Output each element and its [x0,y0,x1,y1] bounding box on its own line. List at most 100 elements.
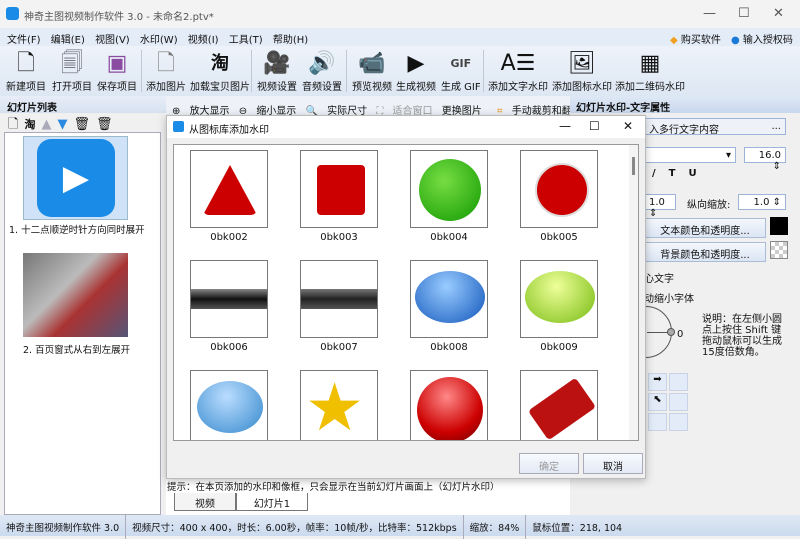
scrollbar[interactable] [629,145,638,440]
icon-library-dialog: 从图标库添加水印 — ☐ ✕ 0bk002 0bk003 0bk004 0bk0… [166,115,646,479]
gif-icon: GIF [450,57,472,70]
dialog-minimize-button[interactable]: — [559,119,571,133]
trash-icon[interactable]: 🗑 [96,117,119,132]
icon-item[interactable] [190,370,268,440]
add-text-watermark-button[interactable]: A☰ 添加文字水印 [488,50,548,93]
value: 1.0 [649,197,665,208]
menu-bar: 文件(F) 编辑(E) 视图(V) 水印(W) 视频(I) 工具(T) 帮助(H… [0,28,800,46]
preview-icon: 📹 [358,51,386,76]
status-video-info: 视频尺寸：400 x 400，时长：6.00秒，帧率：10帧/秒，比特率：512… [126,515,464,539]
move-down-icon[interactable]: ▼ [57,117,73,132]
add-slide-icon[interactable]: 🗋 [8,117,24,132]
app-icon [6,7,19,20]
text-color-swatch[interactable] [770,217,788,235]
icon-item[interactable]: 0bk003 [300,150,378,243]
add-image-button[interactable]: 🗋 添加图片 [146,50,186,93]
new-file-icon: 🗋 [17,51,35,76]
open-project-button[interactable]: 🗐 打开项目 [52,50,92,93]
generate-gif-button[interactable]: GIF 生成 GIF [441,50,481,93]
strikethrough-icon[interactable]: T [669,168,689,179]
icon-item[interactable]: 0bk004 [410,150,488,243]
value: 1.0 [753,197,770,208]
value: 入多行文字内容 [649,125,719,136]
save-icon: ▣ [106,51,128,76]
font-select[interactable]: ▾ [644,147,736,163]
slide-caption: 2. 百页窗式从右到左展开 [23,345,131,356]
arrow-right-icon[interactable]: ➡ [648,373,667,391]
dialog-title: 从图标库添加水印 [189,125,269,136]
preview-video-button[interactable]: 📹 预览视频 [352,50,392,93]
icon-name: 0bk009 [540,342,578,353]
v-scale-label: 纵向缩放: [687,200,731,211]
text-content-input[interactable]: 入多行文字内容... [644,118,786,136]
icon-item[interactable] [410,370,488,440]
status-mouse: 鼠标位置：218, 104 [532,523,623,534]
v-scale-input[interactable]: 1.0 ⇕ [738,194,786,210]
font-size-input[interactable]: 16.0 ⇕ [744,147,786,172]
position-cell[interactable] [669,413,688,431]
slide-thumbnail-1[interactable]: ▶ [23,136,128,220]
icon-item[interactable]: 0bk007 [300,260,378,353]
add-qrcode-watermark-button[interactable]: ▦ 添加二维码水印 [615,50,685,93]
angle-handle[interactable] [667,328,675,336]
dialog-maximize-button[interactable]: ☐ [589,119,600,133]
icon-item[interactable]: 0bk005 [520,150,598,243]
generate-video-button[interactable]: ▶ 生成视频 [396,50,436,93]
maximize-button[interactable]: ☐ [738,6,750,21]
underline-icon[interactable]: U [688,168,709,179]
dialog-title-bar: 从图标库添加水印 — ☐ ✕ [167,116,645,138]
icon-item[interactable]: 0bk008 [410,260,488,353]
arrow-upleft-icon[interactable]: ⬉ [648,393,667,411]
icon-item[interactable]: 0bk009 [520,260,598,353]
icon-item[interactable]: 0bk002 [190,150,268,243]
add-image-watermark-button[interactable]: 🖼 添加图标水印 [552,50,612,93]
menu-view[interactable]: 视图(V) [95,31,130,46]
style-buttons[interactable]: /TU [652,168,710,179]
bg-color-swatch[interactable] [770,241,788,259]
menu-help[interactable]: 帮助(H) [273,31,308,46]
icon-name: 0bk005 [540,232,578,243]
divider [141,50,142,92]
menu-edit[interactable]: 编辑(E) [51,31,85,46]
save-project-button[interactable]: ▣ 保存项目 [97,50,137,93]
divider [251,50,252,92]
bg-color-button[interactable]: 背景颜色和透明度... [644,242,766,262]
scrollbar-thumb[interactable] [632,157,635,175]
video-camera-icon: 🎥 [263,51,291,76]
video-settings-button[interactable]: 🎥 视频设置 [257,50,297,93]
buy-link[interactable]: ◆ 购买软件 [670,31,721,46]
delete-icon[interactable]: 🗑 [73,117,96,132]
tab-slide-1[interactable]: 幻灯片1 [236,493,308,511]
auto-shrink-checkbox[interactable]: 动缩小字体 [644,290,694,305]
h-scale-input[interactable]: 1.0 ⇕ [644,194,676,219]
load-taobao-button[interactable]: 淘加载宝贝图片 [190,50,250,93]
dialog-close-button[interactable]: ✕ [623,119,633,133]
minimize-button[interactable]: — [703,6,716,21]
icon-item[interactable]: 0bk006 [190,260,268,353]
license-link[interactable]: ● 输入授权码 [731,31,793,46]
taobao-icon[interactable]: 淘 [24,118,41,131]
tab-video[interactable]: 视频 [174,493,236,511]
italic-icon[interactable]: / [652,168,669,179]
status-bar: 神奇主图视频制作软件 3.0 视频尺寸：400 x 400，时长：6.00秒，帧率… [0,515,800,539]
position-cell[interactable] [648,413,667,431]
menu-video[interactable]: 视频(I) [188,31,219,46]
cancel-button[interactable]: 取消 [583,453,643,474]
text-color-button[interactable]: 文本颜色和透明度... [644,218,766,238]
close-button[interactable]: ✕ [773,6,784,21]
menu-tools[interactable]: 工具(T) [229,31,263,46]
move-up-icon[interactable]: ▲ [41,117,57,132]
divider [346,50,347,92]
menu-watermark[interactable]: 水印(W) [140,31,178,46]
ok-button[interactable]: 确定 [519,453,579,474]
icon-item[interactable] [520,370,598,440]
icon-item[interactable]: ★ [300,370,378,440]
taobao-icon: 淘 [211,53,229,74]
new-project-button[interactable]: 🗋 新建项目 [6,50,46,93]
slide-thumbnail-2[interactable] [23,253,128,337]
menu-file[interactable]: 文件(F) [7,31,41,46]
hollow-text-checkbox[interactable]: 心文字 [644,270,674,285]
audio-settings-button[interactable]: 🔊 音频设置 [302,50,342,93]
position-cell[interactable] [669,373,688,391]
position-cell[interactable] [669,393,688,411]
